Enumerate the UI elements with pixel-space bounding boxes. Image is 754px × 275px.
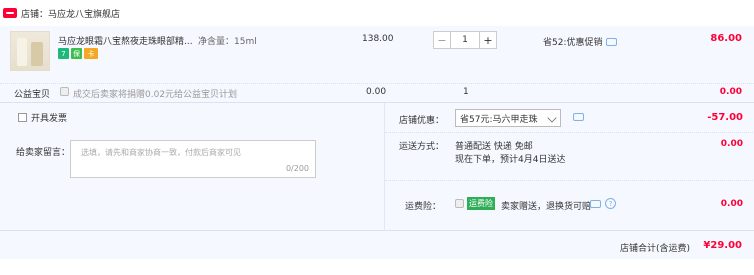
message-char-counter: 0/200	[285, 164, 309, 173]
unit-price: 138.00	[362, 34, 394, 44]
invoice-label: 开具发票	[31, 114, 68, 124]
product-thumbnail[interactable]	[10, 31, 50, 71]
buyer-options: 开具发票 给卖家留言： 选填，请先和商家协商一致，付款后商家可见 0/200	[0, 103, 384, 231]
discount-select[interactable]: 省57元:马六甲走珠	[455, 109, 561, 127]
charity-text: 成交后卖家将捐赠0.02元给公益宝贝计划	[73, 90, 238, 100]
charity-unit-price: 0.00	[366, 87, 387, 97]
store-name-link[interactable]: 马应龙八宝旗舰店	[48, 7, 120, 20]
insurance-text: 卖家赠送，退换货可赔	[501, 202, 592, 212]
chat-bubble-icon[interactable]	[605, 37, 617, 46]
order-panel: 马应龙眼霜八宝熬夜走珠眼部精... 净含量：15ml 7 保 卡 138.00 …	[0, 26, 754, 259]
quantity-decrease-button[interactable]: −	[433, 31, 451, 49]
item-subtotal: 86.00	[710, 33, 742, 44]
discount-label: 店铺优惠：	[399, 116, 445, 126]
insurance-checkbox[interactable]	[455, 199, 464, 208]
seller-message-input[interactable]: 选填，请先和商家协商一致，付款后商家可见 0/200	[70, 140, 316, 178]
service-badges: 7 保 卡	[58, 48, 98, 59]
seven-day-return-icon[interactable]: 7	[58, 48, 69, 59]
cart-item-row: 马应龙眼霜八宝熬夜走珠眼部精... 净含量：15ml 7 保 卡 138.00 …	[0, 26, 754, 84]
message-label: 给卖家留言：	[16, 148, 71, 158]
help-icon[interactable]: ?	[605, 198, 616, 209]
saving-info: 省52:优惠促销	[543, 35, 617, 48]
discount-amount: -57.00	[707, 112, 743, 123]
insurance-tag: 运费险	[467, 197, 495, 210]
delivery-estimate: 现在下单，预计4月4日送达	[455, 155, 566, 165]
shipping-method: 普通配送 快递 免邮	[455, 142, 533, 152]
charity-label: 公益宝贝	[14, 90, 51, 100]
saving-text: 省52:优惠促销	[543, 38, 603, 48]
store-total-label: 店铺合计(含运费)	[619, 244, 690, 254]
shipping-row: 运送方式： 普通配送 快递 免邮 现在下单，预计4月4日送达 0.00	[385, 133, 754, 181]
store-total-row: 店铺合计(含运费) ¥29.00	[0, 230, 754, 259]
order-options: 开具发票 给卖家留言： 选填，请先和商家协商一致，付款后商家可见 0/200 店…	[0, 102, 754, 231]
card-payment-icon[interactable]: 卡	[84, 48, 98, 59]
charity-quantity: 1	[463, 87, 469, 97]
chevron-down-icon	[547, 113, 557, 123]
charity-subtotal: 0.00	[719, 87, 742, 97]
tmall-icon	[3, 8, 17, 18]
store-discount-row: 店铺优惠： 省57元:马六甲走珠 -57.00	[385, 103, 754, 133]
message-placeholder: 选填，请先和商家协商一致，付款后商家可见	[81, 148, 241, 157]
store-header: 店铺： 马应龙八宝旗舰店	[0, 0, 754, 26]
chat-bubble-icon[interactable]	[573, 113, 584, 121]
quantity-input[interactable]: 1	[451, 31, 479, 49]
store-label: 店铺：	[21, 9, 49, 20]
insurance-amount: 0.00	[720, 199, 743, 209]
charity-row: 公益宝贝 成交后卖家将捐赠0.02元给公益宝贝计划 0.00 1 0.00	[0, 84, 754, 102]
chat-bubble-icon[interactable]	[590, 200, 601, 208]
product-title-link[interactable]: 马应龙眼霜八宝熬夜走珠眼部精...	[58, 34, 193, 47]
quantity-increase-button[interactable]: +	[479, 31, 497, 49]
discount-selected-value: 省57元:马六甲走珠	[460, 114, 538, 125]
shop-options: 店铺优惠： 省57元:马六甲走珠 -57.00 运送方式： 普通配送 快递 免邮…	[384, 103, 754, 231]
invoice-option[interactable]: 开具发票	[18, 111, 67, 124]
guarantee-icon[interactable]: 保	[71, 48, 82, 59]
insurance-label: 运费险：	[405, 202, 442, 212]
shipping-label: 运送方式：	[399, 142, 445, 152]
charity-checkbox[interactable]	[60, 87, 69, 96]
shipping-amount: 0.00	[720, 139, 743, 149]
store-total-amount: ¥29.00	[703, 240, 742, 251]
invoice-checkbox[interactable]	[18, 113, 27, 122]
shipping-insurance-row: 运费险： 运费险 卖家赠送，退换货可赔 ? 0.00	[385, 181, 754, 231]
quantity-stepper: − 1 +	[433, 31, 497, 49]
product-spec: 净含量：15ml	[198, 37, 257, 47]
